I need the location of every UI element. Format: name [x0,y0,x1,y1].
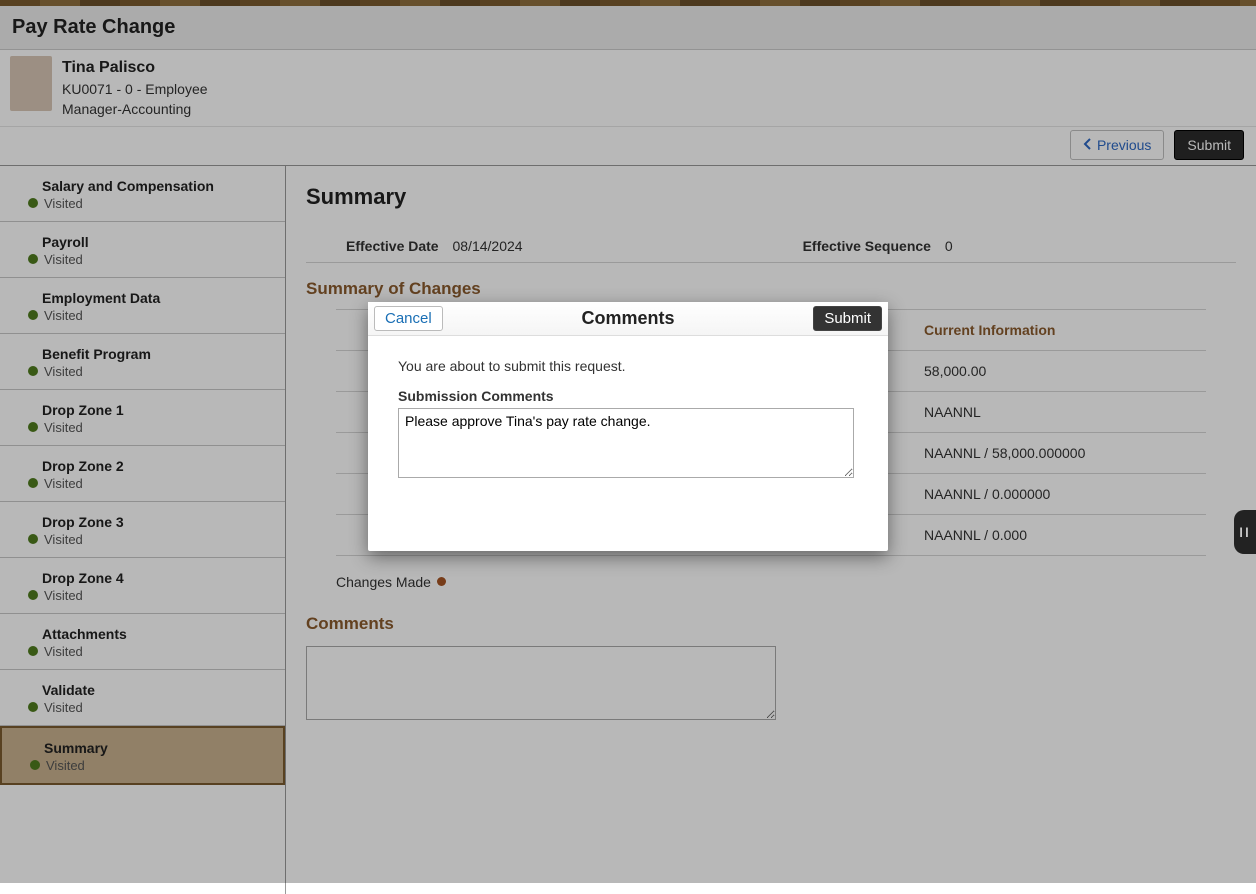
modal-message: You are about to submit this request. [398,358,858,374]
modal-submit-button[interactable]: Submit [813,306,882,331]
side-drawer-handle[interactable]: II [1234,510,1256,554]
modal-cancel-button[interactable]: Cancel [374,306,443,331]
submission-comments-textarea[interactable] [398,408,854,478]
submission-comments-label: Submission Comments [398,388,858,404]
drag-handle-icon: II [1239,524,1251,540]
modal-title: Comments [368,308,888,329]
comments-modal: Cancel Comments Submit You are about to … [368,302,888,551]
